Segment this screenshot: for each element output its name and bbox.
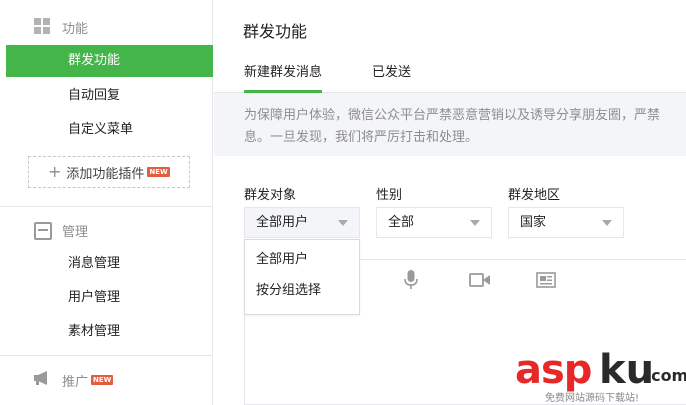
target-label: 群发对象	[244, 188, 297, 203]
chevron-down-icon	[470, 220, 480, 226]
region-select[interactable]: 国家	[508, 207, 624, 238]
section-features-label: 功能	[62, 21, 89, 37]
watermark-brand-suffix: .com	[645, 366, 686, 385]
notice-line-1: 为保障用户体验，微信公众平台严禁恶意营销以及诱导分享朋友圈，严禁	[244, 108, 661, 123]
gender-label: 性别	[376, 188, 403, 203]
watermark-subtitle: 免费网站源码下载站!	[545, 393, 640, 404]
watermark-logo: asp ku .com 免费网站源码下载站!	[515, 348, 686, 405]
notice-banner: 为保障用户体验，微信公众平台严禁恶意营销以及诱导分享朋友圈，严禁 息。一旦发现，…	[214, 93, 686, 156]
inbox-icon	[34, 222, 52, 240]
sidebar: 功能 群发功能 自动回复 自定义菜单 + 添加功能插件 NEW 管理 消息管理 …	[0, 0, 213, 405]
watermark-brand-red: asp	[515, 347, 592, 393]
sidebar-item-materials[interactable]: 素材管理	[6, 316, 213, 348]
section-promote-label: 推广	[62, 374, 89, 390]
target-select-value: 全部用户	[256, 215, 309, 230]
section-features: 功能	[34, 17, 88, 37]
page-title: 群发功能	[243, 22, 308, 41]
megaphone-icon	[34, 371, 52, 389]
sidebar-item-users[interactable]: 用户管理	[6, 282, 213, 314]
notice-line-2: 息。一旦发现，我们将严厉打击和处理。	[244, 130, 479, 145]
section-promote: 推广 NEW	[34, 370, 114, 390]
chevron-down-icon	[338, 220, 348, 226]
region-select-value: 国家	[520, 215, 547, 230]
target-select[interactable]: 全部用户	[244, 207, 360, 238]
tab-sent[interactable]: 已发送	[372, 56, 411, 93]
section-manage: 管理	[34, 220, 88, 240]
sidebar-divider	[0, 206, 213, 207]
sidebar-item-mass-send[interactable]: 群发功能	[6, 45, 213, 77]
tab-new-mass-message[interactable]: 新建群发消息	[244, 56, 323, 93]
new-badge: NEW	[91, 375, 114, 385]
sidebar-item-auto-reply[interactable]: 自动回复	[6, 80, 213, 112]
target-dropdown-menu: 全部用户 按分组选择	[244, 239, 360, 315]
tabs: 新建群发消息 已发送	[214, 56, 686, 93]
gender-select[interactable]: 全部	[376, 207, 492, 238]
grid-icon	[34, 18, 52, 36]
sidebar-divider	[0, 355, 213, 356]
dropdown-option-by-group[interactable]: 按分组选择	[245, 275, 359, 306]
chevron-down-icon	[602, 220, 612, 226]
main-panel: 群发功能 新建群发消息 已发送 为保障用户体验，微信公众平台严禁恶意营销以及诱导…	[214, 0, 686, 405]
section-manage-label: 管理	[62, 224, 89, 240]
microphone-icon[interactable]	[404, 270, 418, 294]
video-icon[interactable]	[469, 270, 491, 294]
sidebar-item-messages[interactable]: 消息管理	[6, 248, 213, 280]
dropdown-option-all-users[interactable]: 全部用户	[245, 244, 359, 275]
plus-icon: +	[48, 162, 62, 181]
add-plugin-button[interactable]: + 添加功能插件 NEW	[28, 156, 190, 188]
sidebar-item-custom-menu[interactable]: 自定义菜单	[6, 114, 213, 146]
new-badge: NEW	[147, 167, 170, 177]
gender-select-value: 全部	[388, 215, 415, 230]
add-plugin-label: 添加功能插件	[66, 166, 145, 182]
region-label: 群发地区	[508, 188, 561, 203]
news-card-icon[interactable]	[536, 270, 556, 294]
